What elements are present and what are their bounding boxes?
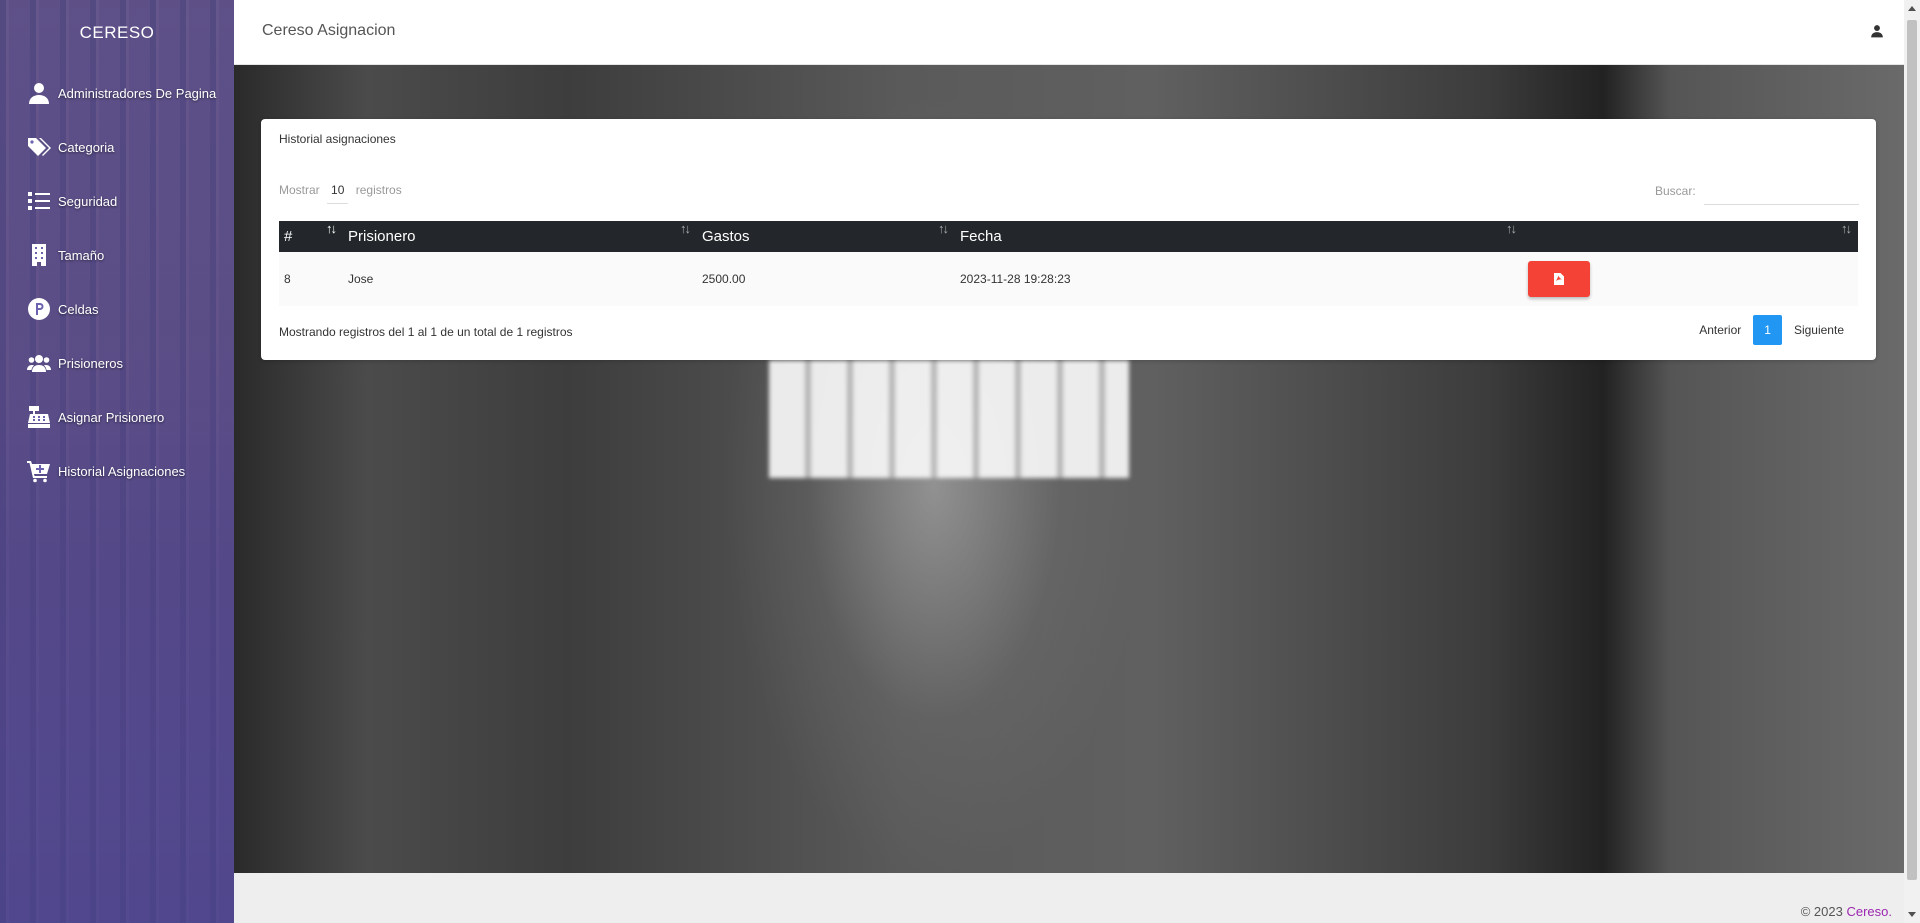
parking-icon xyxy=(26,296,52,322)
copyright-text: © 2023 xyxy=(1800,904,1843,919)
sidebar-item-seguridad[interactable]: Seguridad xyxy=(0,174,234,228)
sidebar-item-label: Prisioneros xyxy=(58,355,124,371)
pagination-page-current[interactable]: 1 xyxy=(1753,315,1782,345)
sidebar-item-label: Administradores De Pagina xyxy=(58,85,217,101)
card-title: Historial asignaciones xyxy=(279,132,396,146)
cell-window-image xyxy=(769,360,1129,478)
search-label: Buscar: xyxy=(1655,184,1696,198)
sidebar: CERESO Administradores De Pagina Categor… xyxy=(0,0,234,923)
user-menu-icon[interactable] xyxy=(1870,24,1886,40)
topbar: Cereso Asignacion xyxy=(234,0,1904,65)
cell-id: 8 xyxy=(284,272,291,286)
table-info: Mostrando registros del 1 al 1 de un tot… xyxy=(279,325,573,339)
scroll-thumb[interactable] xyxy=(1907,20,1917,880)
page-length-select[interactable]: 10 xyxy=(327,183,349,204)
sidebar-item-label: Celdas xyxy=(58,301,99,317)
table-header-row: # ↑↓ Prisionero ↑↓ Gastos ↑↓ Fecha ↑↓ ↑↓ xyxy=(279,221,1858,252)
building-icon xyxy=(26,242,52,268)
sidebar-item-label: Categoria xyxy=(58,139,115,155)
page-length-control: Mostrar 10 registros xyxy=(279,183,402,204)
cell-prisionero: Jose xyxy=(348,272,374,286)
search-input[interactable] xyxy=(1704,177,1859,205)
sidebar-item-administradores[interactable]: Administradores De Pagina xyxy=(0,66,234,120)
column-header-gastos[interactable]: Gastos ↑↓ xyxy=(697,221,955,252)
sidebar-item-label: Historial Asignaciones xyxy=(58,463,186,479)
sidebar-item-label: Seguridad xyxy=(58,193,118,209)
footer: © 2023 Cereso. xyxy=(234,873,1904,923)
pdf-icon xyxy=(1554,273,1564,285)
users-icon xyxy=(26,350,52,376)
pagination: Anterior 1 Siguiente xyxy=(1689,315,1854,345)
cell-gastos: 2500.00 xyxy=(702,272,746,286)
scroll-up-arrow-icon[interactable] xyxy=(1908,6,1916,11)
column-header-fecha[interactable]: Fecha ↑↓ xyxy=(955,221,1523,252)
pdf-report-button[interactable] xyxy=(1528,261,1590,297)
sort-icon: ↑↓ xyxy=(1506,221,1517,236)
page-scrollbar[interactable] xyxy=(1904,0,1920,923)
show-suffix: registros xyxy=(355,183,402,197)
sort-icon: ↑↓ xyxy=(680,221,691,236)
sort-icon: ↑↓ xyxy=(1841,221,1852,236)
sort-asc-icon: ↑↓ xyxy=(326,221,337,236)
cash-register-icon xyxy=(26,404,52,430)
cell-fecha: 2023-11-28 19:28:23 xyxy=(960,272,1071,286)
sidebar-item-categoria[interactable]: Categoria xyxy=(0,120,234,174)
footer-brand-link[interactable]: Cereso. xyxy=(1846,904,1892,919)
pagination-prev[interactable]: Anterior xyxy=(1689,315,1751,345)
sidebar-item-celdas[interactable]: Celdas xyxy=(0,282,234,336)
scroll-down-arrow-icon[interactable] xyxy=(1908,912,1916,917)
sort-icon: ↑↓ xyxy=(938,221,949,236)
pagination-next[interactable]: Siguiente xyxy=(1784,315,1854,345)
cell-actions xyxy=(1523,252,1858,306)
list-icon xyxy=(26,188,52,214)
sidebar-item-label: Asignar Prisionero xyxy=(58,409,165,425)
footer-copyright: © 2023 Cereso. xyxy=(1801,904,1892,919)
user-icon xyxy=(26,80,52,106)
sidebar-item-label: Tamaño xyxy=(58,247,105,263)
sidebar-item-tamano[interactable]: Tamaño xyxy=(0,228,234,282)
show-prefix: Mostrar xyxy=(279,183,320,197)
brand-logo[interactable]: CERESO xyxy=(0,0,234,66)
sidebar-item-prisioneros[interactable]: Prisioneros xyxy=(0,336,234,390)
sidebar-item-historial-asignaciones[interactable]: Historial Asignaciones xyxy=(0,444,234,498)
page-title: Cereso Asignacion xyxy=(262,22,396,39)
history-table: # ↑↓ Prisionero ↑↓ Gastos ↑↓ Fecha ↑↓ ↑↓ 8 J… xyxy=(279,221,1858,306)
column-header-actions[interactable]: ↑↓ xyxy=(1523,221,1858,252)
tags-icon xyxy=(26,134,52,160)
cart-plus-icon xyxy=(26,458,52,484)
table-row: 8 Jose 2500.00 2023-11-28 19:28:23 xyxy=(279,252,1858,306)
sidebar-item-asignar-prisionero[interactable]: Asignar Prisionero xyxy=(0,390,234,444)
column-header-id[interactable]: # ↑↓ xyxy=(279,221,343,252)
column-header-prisionero[interactable]: Prisionero ↑↓ xyxy=(343,221,697,252)
history-card: Historial asignaciones Mostrar 10 regist… xyxy=(261,119,1876,360)
